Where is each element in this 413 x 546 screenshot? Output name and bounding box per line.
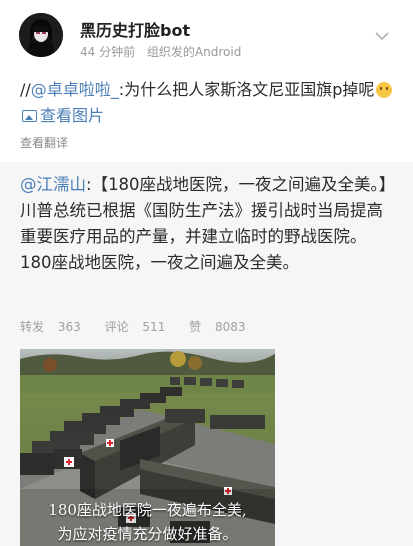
like-count[interactable]: 赞 8083 bbox=[189, 320, 255, 334]
post-body: :为什么把人家斯洛文尼亚国旗p掉呢 bbox=[118, 80, 375, 99]
user-name[interactable]: 黑历史打脸bot bbox=[80, 17, 190, 41]
chevron-down-icon[interactable] bbox=[374, 28, 390, 44]
image-caption-line2: 为应对疫情充分做好准备。 bbox=[57, 525, 238, 543]
repost-image[interactable]: 180座战地医院一夜遍布全美, 为应对疫情充分做好准备。 bbox=[20, 349, 275, 546]
repost-count-value: 363 bbox=[57, 320, 81, 334]
view-image-link[interactable]: 查看图片 bbox=[20, 106, 104, 125]
repost-stats: 转发 363 评论 511 赞 8083 bbox=[20, 318, 266, 335]
image-icon bbox=[22, 110, 37, 122]
post-time: 44 分钟前 bbox=[80, 45, 136, 59]
like-label: 赞 bbox=[189, 320, 202, 334]
thinking-emoji-icon bbox=[376, 82, 393, 98]
comment-count-value: 511 bbox=[142, 320, 166, 334]
repost-label: 转发 bbox=[20, 320, 45, 334]
image-caption-line1: 180座战地医院一夜遍布全美, bbox=[48, 501, 247, 519]
mention-link[interactable]: @卓卓啦啦_ bbox=[31, 80, 119, 99]
comment-count[interactable]: 评论 511 bbox=[105, 320, 176, 334]
translate-link[interactable]: 查看翻译 bbox=[20, 134, 68, 151]
repost-text: @江濡山:【180座战地医院，一夜之间遍及全美。】川普总统已根据《国防生产法》援… bbox=[20, 172, 395, 276]
like-count-value: 8083 bbox=[215, 320, 246, 334]
post-source: 组织发的Android bbox=[146, 45, 242, 59]
view-image-label: 查看图片 bbox=[40, 106, 105, 125]
repost-author-link[interactable]: @江濡山 bbox=[20, 175, 86, 194]
post-header: 黑历史打脸bot 44 分钟前 组织发的Android bbox=[0, 0, 413, 78]
avatar[interactable] bbox=[19, 13, 63, 57]
post-text: //@卓卓啦啦_:为什么把人家斯洛文尼亚国旗p掉呢 查看图片 bbox=[20, 77, 402, 129]
repost-card[interactable]: @江濡山:【180座战地医院，一夜之间遍及全美。】川普总统已根据《国防生产法》援… bbox=[0, 162, 413, 546]
comment-label: 评论 bbox=[104, 320, 129, 334]
repost-count[interactable]: 转发 363 bbox=[20, 320, 91, 334]
post-meta: 44 分钟前 组织发的Android bbox=[80, 43, 249, 60]
text-prefix: // bbox=[20, 80, 31, 99]
